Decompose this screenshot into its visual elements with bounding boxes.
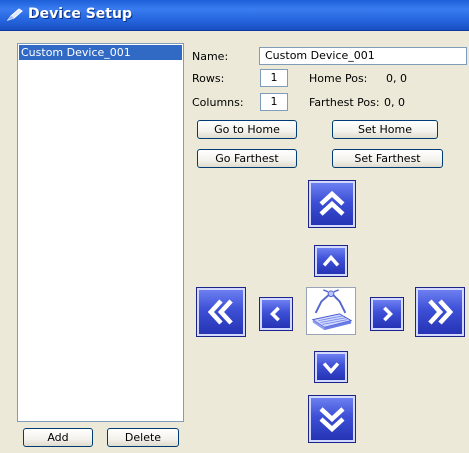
go-to-home-button[interactable]: Go to Home xyxy=(197,120,297,139)
double-chevron-left-icon[interactable] xyxy=(196,287,246,337)
columns-field[interactable]: 1 xyxy=(260,93,288,111)
window-title: Device Setup xyxy=(28,6,132,22)
name-label: Name: xyxy=(192,50,229,63)
rows-label: Rows: xyxy=(192,72,225,85)
chevron-right-icon[interactable] xyxy=(370,297,404,331)
home-pos-label: Home Pos: xyxy=(309,72,368,85)
delete-button[interactable]: Delete xyxy=(107,428,179,447)
list-item[interactable]: Custom Device_001 xyxy=(19,45,182,60)
chevron-up-icon[interactable] xyxy=(314,245,348,277)
set-farthest-button[interactable]: Set Farthest xyxy=(332,149,443,168)
add-button[interactable]: Add xyxy=(23,428,93,447)
farthest-pos-value: 0, 0 xyxy=(384,96,405,109)
pencil-icon xyxy=(6,8,23,21)
go-farthest-button[interactable]: Go Farthest xyxy=(197,149,297,168)
home-pos-value: 0, 0 xyxy=(386,72,407,85)
double-chevron-right-icon[interactable] xyxy=(415,287,465,337)
chevron-left-icon[interactable] xyxy=(259,297,293,331)
double-chevron-down-icon[interactable] xyxy=(308,395,356,443)
device-setup-window: Device Setup Custom Device_001 Add Delet… xyxy=(0,0,469,453)
title-bar: Device Setup xyxy=(0,0,469,31)
set-home-button[interactable]: Set Home xyxy=(332,120,438,139)
farthest-pos-label: Farthest Pos: xyxy=(309,96,380,109)
double-chevron-up-icon[interactable] xyxy=(308,180,356,228)
device-list[interactable]: Custom Device_001 xyxy=(17,43,184,422)
chevron-down-icon[interactable] xyxy=(314,351,348,383)
name-field[interactable]: Custom Device_001 xyxy=(259,47,467,65)
rows-field[interactable]: 1 xyxy=(260,69,288,87)
robot-gripper-plate-icon[interactable] xyxy=(306,287,356,335)
columns-label: Columns: xyxy=(192,96,244,109)
